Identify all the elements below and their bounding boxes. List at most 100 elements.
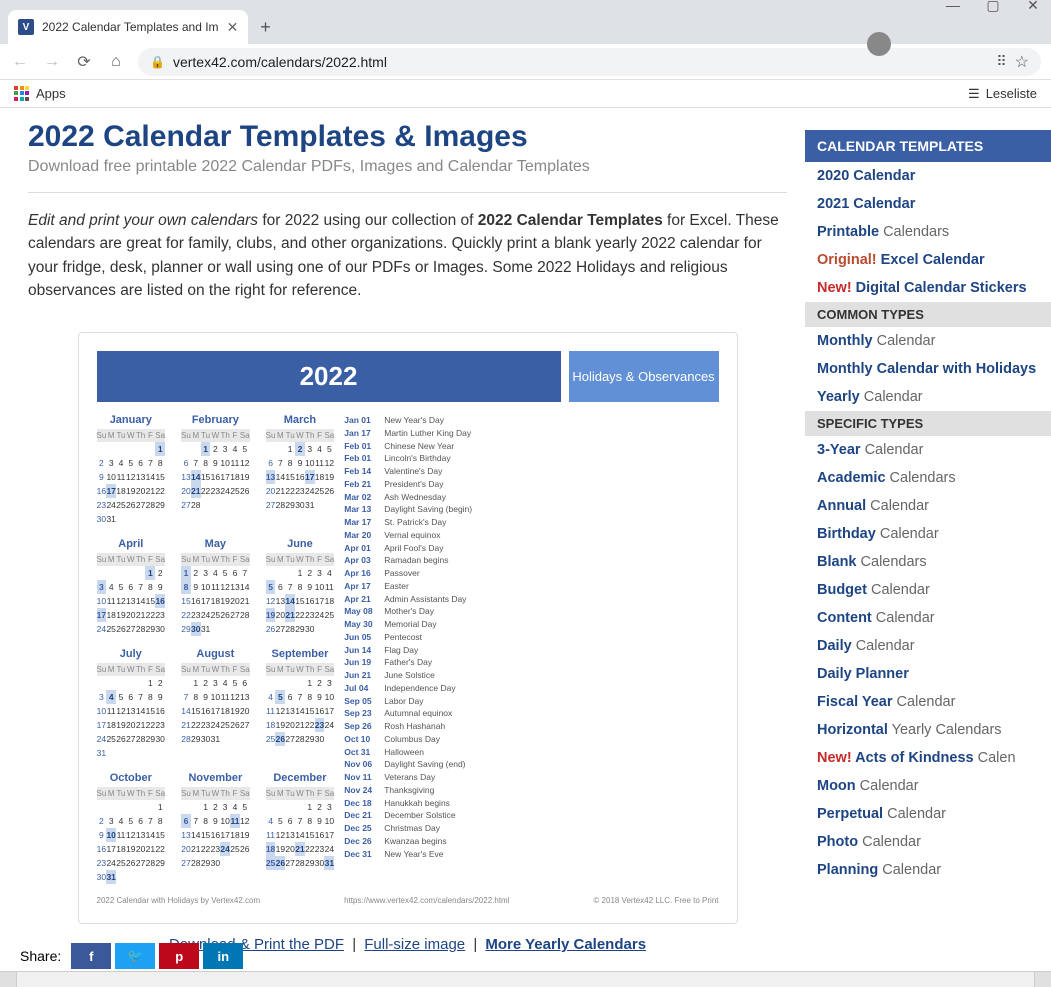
holiday-row: Feb 01Chinese New Year [344,440,494,453]
share-twitter-button[interactable]: 🐦 [115,943,155,969]
cal-footer-right: © 2018 Vertex42 LLC. Free to Print [593,896,718,905]
sidebar-item[interactable]: Daily Calendar [805,632,1051,660]
sidebar-item[interactable]: Printable Calendars [805,218,1051,246]
tab-title: 2022 Calendar Templates and Im [42,20,219,34]
star-icon[interactable]: ☆ [1015,52,1029,72]
month-block: MarchSuMTuWThFSa123456789101112131415161… [266,414,335,526]
month-block: JulySuMTuWThFSa1234567891011121314151617… [97,648,166,760]
address-bar[interactable]: 🔒 vertex42.com/calendars/2022.html ⠿ ☆ [138,48,1041,76]
sidebar-item[interactable]: Monthly Calendar with Holidays [805,355,1051,383]
sidebar-item[interactable]: Moon Calendar [805,772,1051,800]
more-calendars-link[interactable]: More Yearly Calendars [485,936,646,953]
sidebar-item[interactable]: New! Acts of Kindness Calen [805,744,1051,772]
browser-tab[interactable]: V 2022 Calendar Templates and Im ✕ [8,10,248,44]
sidebar-item[interactable]: Blank Calendars [805,548,1051,576]
sidebar-item[interactable]: 2020 Calendar [805,162,1051,190]
share-pinterest-button[interactable]: p [159,943,199,969]
month-name: March [266,414,335,426]
sidebar-header: CALENDAR TEMPLATES [805,130,1051,162]
month-name: June [266,538,335,550]
sidebar-item[interactable]: Perpetual Calendar [805,800,1051,828]
month-name: October [97,772,166,784]
full-size-image-link[interactable]: Full-size image [364,936,465,953]
sidebar-item[interactable]: Photo Calendar [805,828,1051,856]
close-window-button[interactable]: ✕ [1023,0,1043,15]
month-block: JuneSuMTuWThFSa1234567891011121314151617… [266,538,335,636]
calendar-preview: 2022 Holidays & Observances JanuarySuMTu… [78,332,738,924]
home-button[interactable]: ⌂ [106,52,126,72]
share-label: Share: [20,948,61,964]
holiday-row: Jan 17Martin Luther King Day [344,427,494,440]
page-subtitle: Download free printable 2022 Calendar PD… [28,158,787,176]
sidebar-item[interactable]: Birthday Calendar [805,520,1051,548]
reading-list-label: Leseliste [986,86,1037,101]
holiday-row: Oct 10Columbus Day [344,733,494,746]
favicon-icon: V [18,19,34,35]
month-name: January [97,414,166,426]
year-banner: 2022 [97,351,561,402]
horizontal-scrollbar[interactable] [0,971,1051,987]
list-icon: ☰ [968,86,980,102]
cal-footer-left: 2022 Calendar with Holidays by Vertex42.… [97,896,261,905]
sidebar-item[interactable]: Yearly Calendar [805,383,1051,411]
intro-paragraph: Edit and print your own calendars for 20… [28,209,787,302]
month-block: SeptemberSuMTuWThFSa12345678910111213141… [266,648,335,760]
minimize-button[interactable]: — [943,0,963,15]
sidebar-item[interactable]: 2021 Calendar [805,190,1051,218]
apps-launcher[interactable]: Apps [14,86,66,102]
new-tab-button[interactable]: + [248,17,283,38]
reading-list-button[interactable]: ☰ Leseliste [968,86,1037,102]
sidebar-item[interactable]: Content Calendar [805,604,1051,632]
back-button[interactable]: ← [10,52,30,72]
holiday-row: Dec 26Kwanzaa begins [344,835,494,848]
close-tab-button[interactable]: ✕ [227,19,239,36]
holiday-row: Jun 05Pentecost [344,631,494,644]
holiday-row: Jun 21June Solstice [344,669,494,682]
sidebar-item[interactable]: Annual Calendar [805,492,1051,520]
holiday-row: Mar 17St. Patrick's Day [344,516,494,529]
holiday-row: Nov 11Veterans Day [344,771,494,784]
holiday-row: Jun 14Flag Day [344,644,494,657]
share-linkedin-button[interactable]: in [203,943,243,969]
sidebar-item[interactable]: Fiscal Year Calendar [805,688,1051,716]
reload-button[interactable]: ⟳ [74,52,94,72]
holiday-row: Apr 01April Fool's Day [344,542,494,555]
sidebar-item[interactable]: Original! Excel Calendar [805,246,1051,274]
sidebar-item[interactable]: 3-Year Calendar [805,436,1051,464]
month-block: AugustSuMTuWThFSa12345678910111213141516… [181,648,250,760]
sidebar-item[interactable]: Monthly Calendar [805,327,1051,355]
page-title: 2022 Calendar Templates & Images [28,120,787,154]
holiday-row: Sep 23Autumnal equinox [344,707,494,720]
holiday-row: Mar 02Ash Wednesday [344,491,494,504]
share-facebook-button[interactable]: f [71,943,111,969]
month-block: AprilSuMTuWThFSa123456789101112131415161… [97,538,166,636]
holiday-row: Apr 21Admin Assistants Day [344,593,494,606]
holiday-row: Mar 13Daylight Saving (begin) [344,503,494,516]
maximize-button[interactable]: ▢ [983,0,1003,15]
holiday-row: Dec 21December Solstice [344,809,494,822]
profile-avatar[interactable] [867,32,891,56]
forward-button[interactable]: → [42,52,62,72]
holiday-row: Jun 19Father's Day [344,656,494,669]
holiday-row: Jul 04Independence Day [344,682,494,695]
holiday-row: Feb 21President's Day [344,478,494,491]
month-name: April [97,538,166,550]
sidebar-specific-header: SPECIFIC TYPES [805,411,1051,436]
sidebar-item[interactable]: Planning Calendar [805,856,1051,884]
sidebar-item[interactable]: Budget Calendar [805,576,1051,604]
share-bar: Share: f 🐦 p in [20,943,243,969]
holiday-row: Dec 25Christmas Day [344,822,494,835]
sidebar-item[interactable]: Academic Calendars [805,464,1051,492]
sidebar-item[interactable]: Horizontal Yearly Calendars [805,716,1051,744]
holiday-row: Feb 01Lincoln's Birthday [344,452,494,465]
sidebar-item[interactable]: New! Digital Calendar Stickers [805,274,1051,302]
holidays-banner: Holidays & Observances [569,351,719,402]
translate-icon[interactable]: ⠿ [996,53,1006,70]
month-name: July [97,648,166,660]
holiday-row: Feb 14Valentine's Day [344,465,494,478]
sidebar-item[interactable]: Daily Planner [805,660,1051,688]
month-block: DecemberSuMTuWThFSa123456789101112131415… [266,772,335,884]
month-block: FebruarySuMTuWThFSa123456789101112131415… [181,414,250,526]
holiday-row: Sep 26Rosh Hashanah [344,720,494,733]
apps-grid-icon [14,86,30,102]
